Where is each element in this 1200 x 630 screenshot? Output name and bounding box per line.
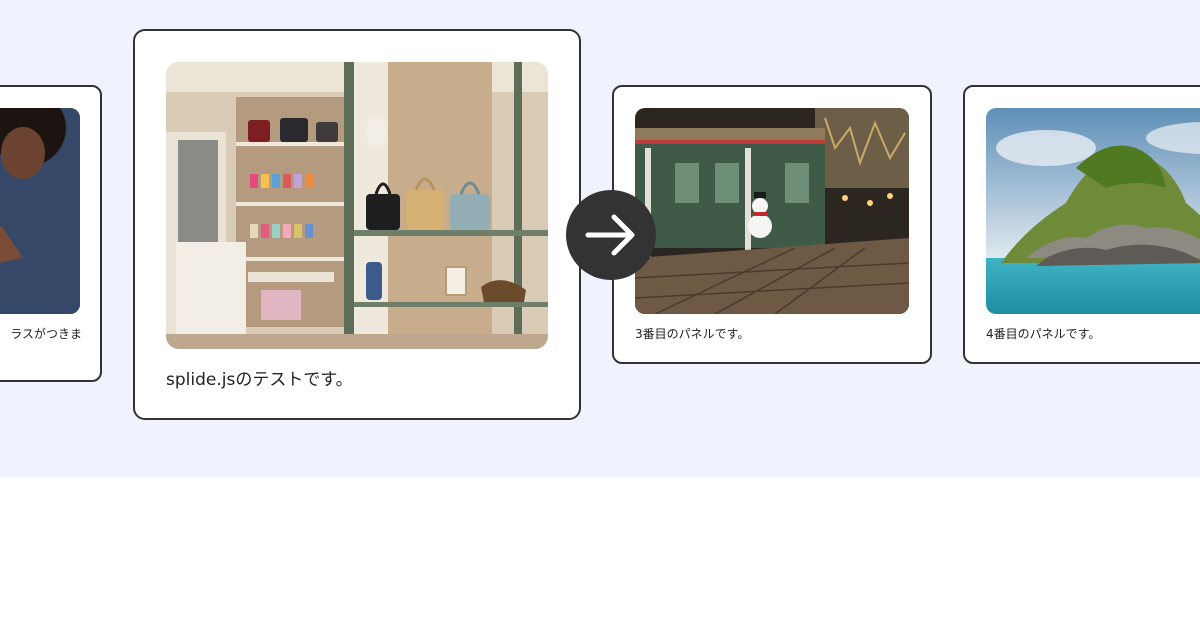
slide-1[interactable]: ラスがつきま [0, 85, 102, 382]
slide-4-caption: 4番目のパネルです。 [986, 327, 1101, 341]
slide-3-image [635, 108, 909, 314]
slide-1-caption: ラスがつきま [10, 327, 82, 341]
slide-3-caption: 3番目のパネルです。 [635, 327, 750, 341]
slide-4-image [986, 108, 1200, 314]
slide-2[interactable]: splide.jsのテストです。 [133, 29, 581, 420]
arrow-right-icon [585, 214, 635, 256]
slide-3[interactable]: 3番目のパネルです。 [612, 85, 932, 364]
slide-2-caption: splide.jsのテストです。 [166, 370, 353, 390]
next-arrow-button[interactable] [566, 190, 656, 280]
slide-1-image [0, 108, 80, 314]
carousel-track: ラスがつきま splide.jsのテストです。 3番目のパネルです。 4番目のパ… [0, 0, 1200, 477]
slide-2-image [166, 62, 548, 349]
slide-4[interactable]: 4番目のパネルです。 [963, 85, 1200, 364]
